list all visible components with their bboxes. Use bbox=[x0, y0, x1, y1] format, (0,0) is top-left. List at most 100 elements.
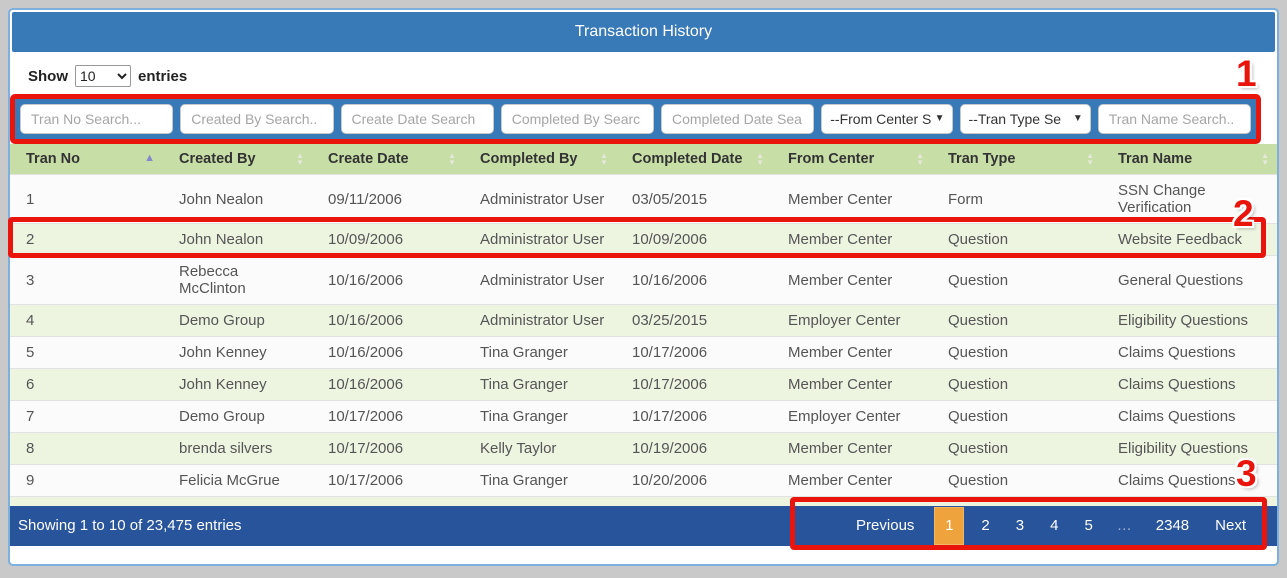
table-cell: Form bbox=[932, 175, 1102, 224]
table-cell: 9 bbox=[10, 465, 163, 497]
table-row-6[interactable]: 6John Kenney10/16/2006Tina Granger10/17/… bbox=[10, 369, 1277, 401]
table-cell: Claims Questions bbox=[1102, 401, 1277, 433]
table-cell: 10/16/2006 bbox=[312, 369, 464, 401]
table-cell: 10/09/2006 bbox=[616, 224, 772, 256]
table-row-1[interactable]: 1John Nealon09/11/2006Administrator User… bbox=[10, 175, 1277, 224]
table-cell: 4 bbox=[10, 305, 163, 337]
table-cell: 10/16/2006 bbox=[312, 256, 464, 305]
sort-both-icon: ▲▼ bbox=[916, 152, 924, 166]
column-header-create-date[interactable]: ▲▼ Create Date bbox=[312, 144, 464, 175]
tran-type-select[interactable]: --Tran Type Se bbox=[960, 104, 1091, 134]
previous-page-button[interactable]: Previous bbox=[840, 507, 930, 545]
table-cell: Administrator User bbox=[464, 224, 616, 256]
table-cell: 8 bbox=[10, 433, 163, 465]
column-header-from-center[interactable]: ▲▼ From Center bbox=[772, 144, 932, 175]
table-cell: Demo Group bbox=[163, 305, 312, 337]
table-cell: 5 bbox=[10, 337, 163, 369]
sort-both-icon: ▲▼ bbox=[600, 152, 608, 166]
table-cell: Eligibility Questions bbox=[1102, 433, 1277, 465]
table-cell: Question bbox=[932, 369, 1102, 401]
table-row-4[interactable]: 4Demo Group10/16/2006Administrator User0… bbox=[10, 305, 1277, 337]
table-cell: Employer Center bbox=[772, 401, 932, 433]
table-cell: General Questions bbox=[1102, 256, 1277, 305]
table-cell: 6 bbox=[10, 369, 163, 401]
sort-both-icon: ▲▼ bbox=[1261, 152, 1269, 166]
table-cell: 7 bbox=[10, 401, 163, 433]
column-header-tran-type[interactable]: ▲▼ Tran Type bbox=[932, 144, 1102, 175]
table-cell: John Kenney bbox=[163, 337, 312, 369]
table-cell: Tina Granger bbox=[464, 337, 616, 369]
table-row-3[interactable]: 3Rebecca McClinton10/16/2006Administrato… bbox=[10, 256, 1277, 305]
completed-by-search-input[interactable] bbox=[501, 104, 654, 134]
tran-type-select-wrap: --Tran Type Se ▼ bbox=[960, 104, 1091, 134]
completed-date-search-input[interactable] bbox=[661, 104, 814, 134]
table-cell: Tina Granger bbox=[464, 401, 616, 433]
table-cell: 10/17/2006 bbox=[616, 369, 772, 401]
page-title: Transaction History bbox=[12, 12, 1275, 52]
table-cell: Eligibility Questions bbox=[1102, 305, 1277, 337]
tran-no-search-input[interactable] bbox=[20, 104, 173, 134]
sort-both-icon: ▲▼ bbox=[296, 152, 304, 166]
table-cell: Question bbox=[932, 256, 1102, 305]
table-cell: 03/05/2015 bbox=[616, 175, 772, 224]
table-cell: 10/17/2006 bbox=[616, 337, 772, 369]
table-cell: Rebecca McClinton bbox=[163, 256, 312, 305]
table-cell: John Kenney bbox=[163, 369, 312, 401]
table-row-9[interactable]: 9Felicia McGrue10/17/2006Tina Granger10/… bbox=[10, 465, 1277, 497]
create-date-search-input[interactable] bbox=[341, 104, 494, 134]
tran-name-search-input[interactable] bbox=[1098, 104, 1251, 134]
table-cell: Claims Questions bbox=[1102, 369, 1277, 401]
table-cell: SSN Change Verification bbox=[1102, 175, 1277, 224]
table-cell: Member Center bbox=[772, 369, 932, 401]
pagination-annotation-3: Previous 1 2 3 4 5 … 2348 Next bbox=[840, 506, 1259, 546]
column-header-completed-by[interactable]: ▲▼ Completed By bbox=[464, 144, 616, 175]
column-header-tran-name[interactable]: ▲▼ Tran Name bbox=[1102, 144, 1277, 175]
sort-both-icon: ▲▼ bbox=[1086, 152, 1094, 166]
page-size-select[interactable]: 10 bbox=[75, 65, 131, 87]
page-3-button[interactable]: 3 bbox=[1003, 507, 1037, 545]
show-entries-control: Show 10 entries bbox=[28, 64, 1277, 88]
table-cell: 10/09/2006 bbox=[312, 224, 464, 256]
table-cell: Member Center bbox=[772, 337, 932, 369]
table-body: 1John Nealon09/11/2006Administrator User… bbox=[10, 175, 1277, 529]
column-filter-row-annotation-1: --From Center Se ▼ --Tran Type Se ▼ bbox=[10, 94, 1261, 144]
table-row-7[interactable]: 7Demo Group10/17/2006Tina Granger10/17/2… bbox=[10, 401, 1277, 433]
table-cell: Member Center bbox=[772, 465, 932, 497]
page-5-button[interactable]: 5 bbox=[1071, 507, 1105, 545]
from-center-select[interactable]: --From Center Se bbox=[821, 104, 952, 134]
next-page-button[interactable]: Next bbox=[1202, 507, 1259, 545]
table-row-2[interactable]: 2John Nealon10/09/2006Administrator User… bbox=[10, 224, 1277, 256]
table-cell: Administrator User bbox=[464, 256, 616, 305]
column-header-created-by[interactable]: ▲▼ Created By bbox=[163, 144, 312, 175]
table-row-5[interactable]: 5John Kenney10/16/2006Tina Granger10/17/… bbox=[10, 337, 1277, 369]
table-cell: 10/17/2006 bbox=[312, 401, 464, 433]
table-cell: Demo Group bbox=[163, 401, 312, 433]
table-cell: Member Center bbox=[772, 175, 932, 224]
table-cell: 09/11/2006 bbox=[312, 175, 464, 224]
sort-both-icon: ▲▼ bbox=[448, 152, 456, 166]
table-cell: Question bbox=[932, 337, 1102, 369]
column-header-completed-date[interactable]: ▲▼ Completed Date bbox=[616, 144, 772, 175]
table-cell: Member Center bbox=[772, 224, 932, 256]
page-1-button[interactable]: 1 bbox=[934, 507, 964, 545]
table-cell: Website Feedback bbox=[1102, 224, 1277, 256]
table-cell: Tina Granger bbox=[464, 465, 616, 497]
table-cell: Question bbox=[932, 465, 1102, 497]
table-cell: Question bbox=[932, 224, 1102, 256]
table-cell: John Nealon bbox=[163, 224, 312, 256]
sort-both-icon: ▲▼ bbox=[756, 152, 764, 166]
transaction-history-panel: Transaction History Show 10 entries --Fr… bbox=[8, 8, 1279, 566]
table-cell: Tina Granger bbox=[464, 369, 616, 401]
page-2-button[interactable]: 2 bbox=[968, 507, 1002, 545]
table-cell: Member Center bbox=[772, 256, 932, 305]
page-4-button[interactable]: 4 bbox=[1037, 507, 1071, 545]
column-header-tran-no[interactable]: ▲ Tran No bbox=[10, 144, 163, 175]
table-cell: Question bbox=[932, 433, 1102, 465]
table-header-row: ▲ Tran No ▲▼ Created By ▲▼ Create Date ▲… bbox=[10, 144, 1277, 175]
table-cell: Kelly Taylor bbox=[464, 433, 616, 465]
created-by-search-input[interactable] bbox=[180, 104, 333, 134]
table-row-8[interactable]: 8brenda silvers10/17/2006Kelly Taylor10/… bbox=[10, 433, 1277, 465]
table-cell: 10/17/2006 bbox=[312, 465, 464, 497]
table-cell: 2 bbox=[10, 224, 163, 256]
page-2348-button[interactable]: 2348 bbox=[1143, 507, 1202, 545]
